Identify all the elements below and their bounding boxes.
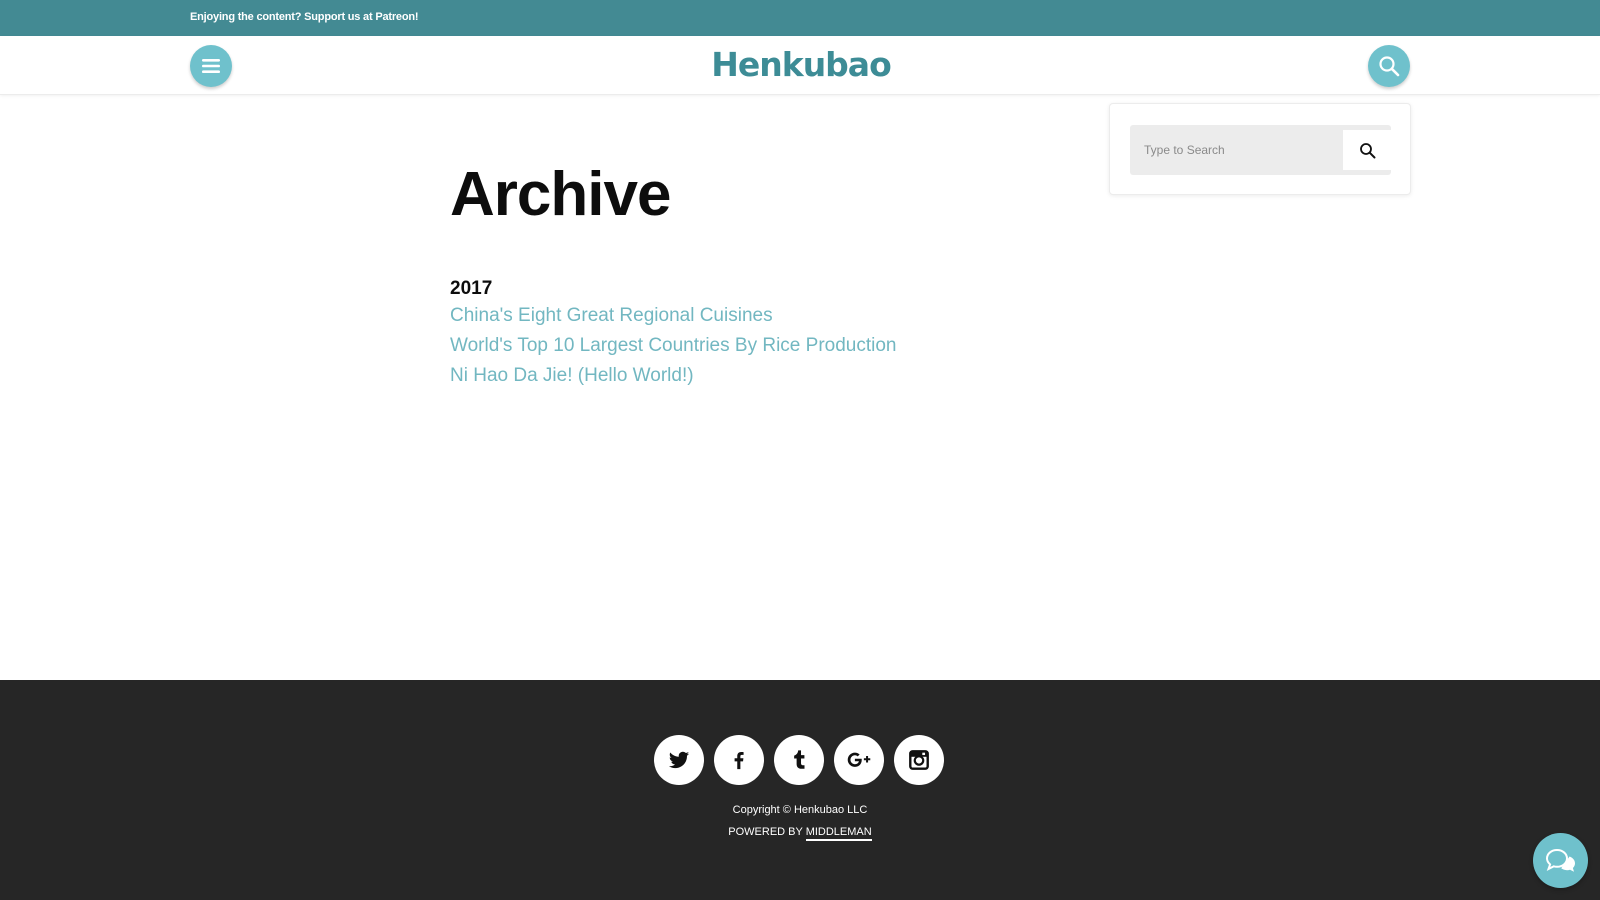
support-message-suffix: ! xyxy=(414,11,419,23)
search-submit-button[interactable] xyxy=(1343,130,1391,170)
search-toggle-button[interactable] xyxy=(1368,45,1410,87)
menu-button[interactable] xyxy=(190,45,232,87)
search-panel xyxy=(1109,103,1411,195)
search-input[interactable] xyxy=(1134,129,1338,171)
search-icon xyxy=(1359,142,1375,158)
support-message: Enjoying the content? Support us at Patr… xyxy=(190,11,419,23)
support-banner: Enjoying the content? Support us at Patr… xyxy=(0,0,1600,36)
search-icon xyxy=(1379,56,1400,77)
post-link[interactable]: China's Eight Great Regional Cuisines xyxy=(450,301,1050,331)
tumblr-icon xyxy=(794,750,805,769)
google-plus-icon xyxy=(847,752,871,767)
post-link[interactable]: World's Top 10 Largest Countries By Rice… xyxy=(450,331,1050,361)
instagram-button[interactable] xyxy=(894,735,944,785)
search-field xyxy=(1130,125,1391,175)
google-plus-button[interactable] xyxy=(834,735,884,785)
powered-by-prefix: POWERED BY xyxy=(728,826,803,838)
social-links xyxy=(654,735,944,785)
site-header: Henkubao xyxy=(0,36,1600,95)
facebook-icon xyxy=(734,752,744,770)
middleman-link[interactable]: MIDDLEMAN xyxy=(805,826,872,841)
page-title: Archive xyxy=(450,160,671,229)
site-logo[interactable]: Henkubao xyxy=(711,42,892,86)
support-message-text: Enjoying the content? Support us at xyxy=(190,11,373,23)
chat-widget-button[interactable] xyxy=(1533,833,1588,888)
tumblr-button[interactable] xyxy=(774,735,824,785)
twitter-icon xyxy=(668,751,690,769)
hamburger-menu-icon xyxy=(202,59,220,73)
copyright-text: Copyright © Henkubao LLC xyxy=(732,804,868,816)
patreon-link[interactable]: Patreon xyxy=(375,11,415,23)
instagram-icon xyxy=(909,750,929,770)
powered-by: POWERED BY MIDDLEMAN xyxy=(0,826,1600,841)
archive-content: Archive 2017 China's Eight Great Regiona… xyxy=(450,155,1050,391)
twitter-button[interactable] xyxy=(654,735,704,785)
archive-year: 2017 xyxy=(450,278,493,299)
site-footer: Copyright © Henkubao LLC POWERED BY MIDD… xyxy=(0,680,1600,900)
post-link[interactable]: Ni Hao Da Jie! (Hello World!) xyxy=(450,361,1050,391)
chat-bubble-icon xyxy=(1545,848,1575,872)
facebook-button[interactable] xyxy=(714,735,764,785)
